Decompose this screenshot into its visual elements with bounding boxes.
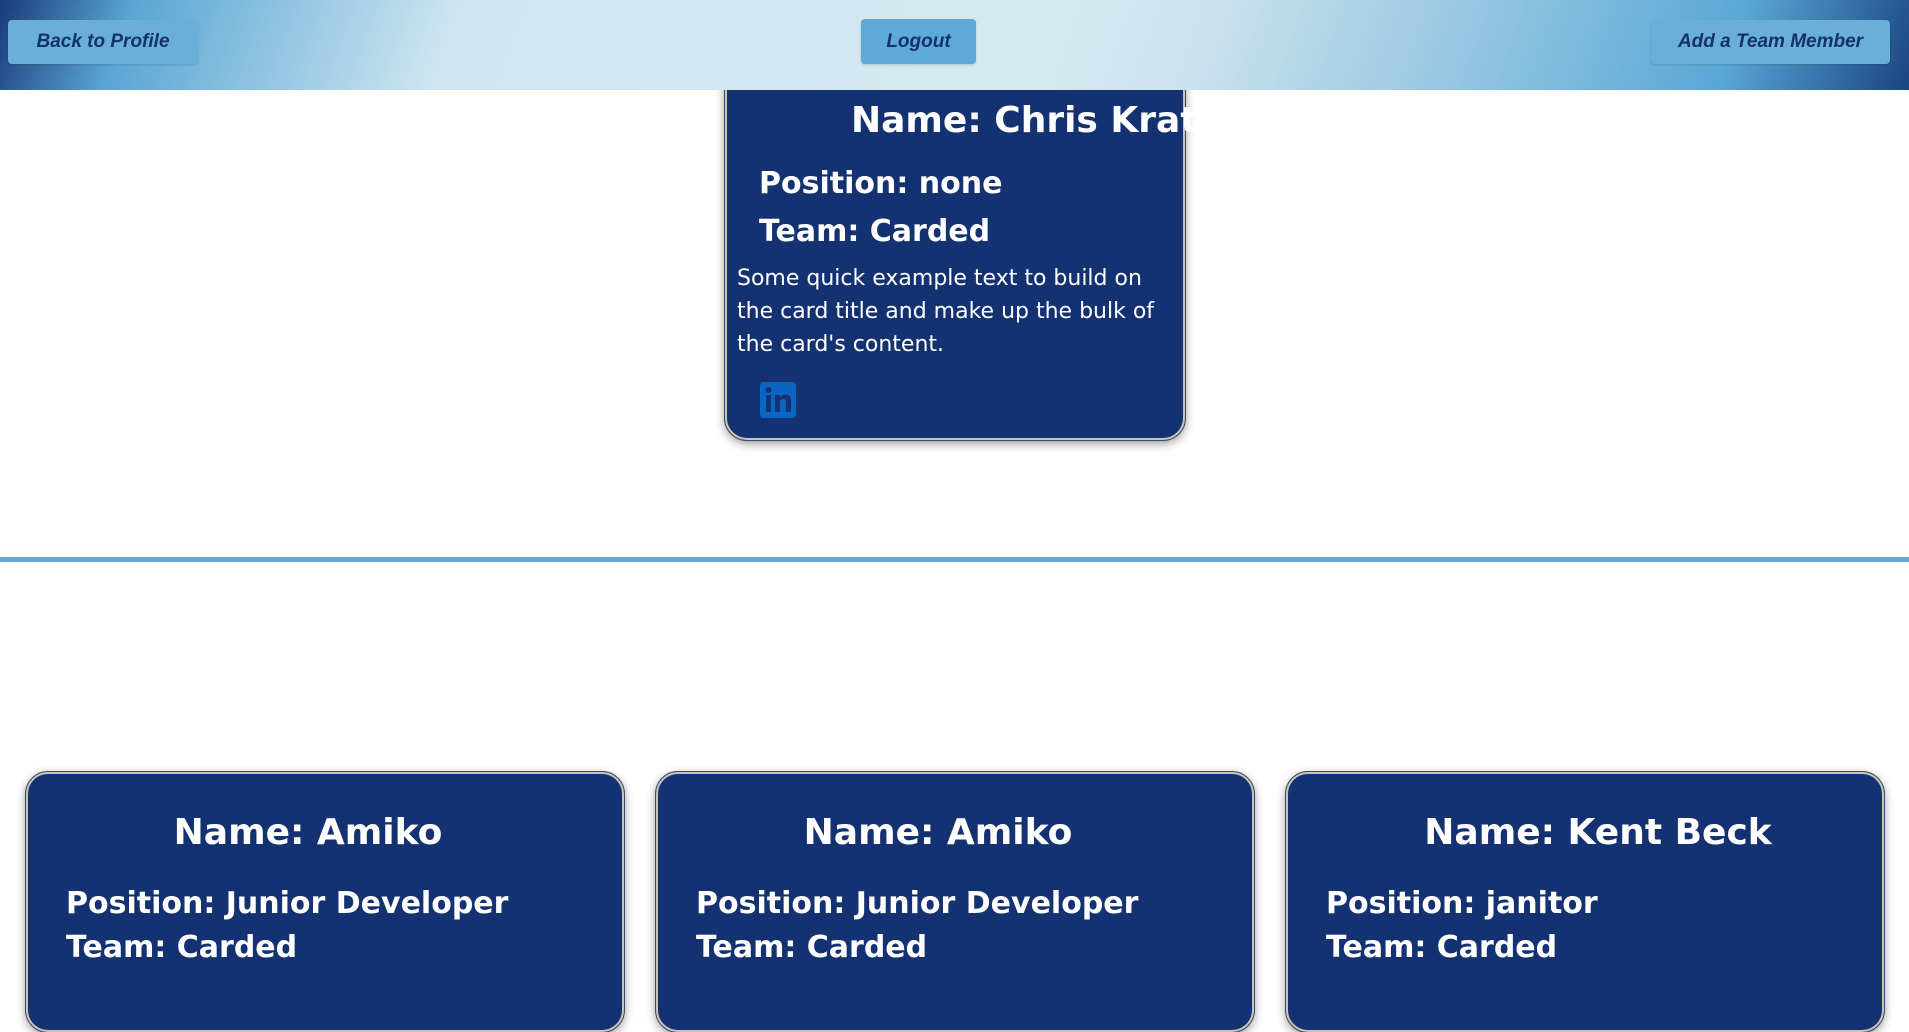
back-to-profile-button[interactable]: Back to Profile: [8, 20, 198, 64]
member-team: Team: Carded: [696, 930, 928, 965]
member-name: Name: Kent Beck: [1424, 812, 1772, 853]
team-member-card: Name: Kent Beck Position: janitor Team: …: [1285, 771, 1885, 1032]
team-member-card: Name: Amiko Position: Junior Developer T…: [655, 771, 1255, 1032]
team-member-card: Name: Amiko Position: Junior Developer T…: [25, 771, 625, 1032]
member-position: Position: janitor: [1326, 886, 1598, 921]
profile-name: Name: Chris Kratz: [851, 100, 1219, 141]
member-name: Name: Amiko: [173, 812, 443, 853]
top-navbar: Back to Profile Logout Add a Team Member: [0, 0, 1909, 90]
section-divider: [0, 557, 1909, 562]
profile-description: Some quick example text to build on the …: [737, 266, 1155, 357]
member-team: Team: Carded: [1326, 930, 1558, 965]
member-name: Name: Amiko: [803, 812, 1073, 853]
profile-card: Name: Chris Kratz Position: none Team: C…: [724, 59, 1219, 441]
profile-team: Team: Carded: [759, 214, 991, 249]
linkedin-icon[interactable]: [760, 382, 796, 418]
member-team: Team: Carded: [66, 930, 298, 965]
logout-button[interactable]: Logout: [861, 19, 976, 64]
member-position: Position: Junior Developer: [696, 886, 1139, 921]
profile-position: Position: none: [759, 166, 1003, 201]
member-position: Position: Junior Developer: [66, 886, 509, 921]
add-team-member-button[interactable]: Add a Team Member: [1651, 20, 1890, 64]
